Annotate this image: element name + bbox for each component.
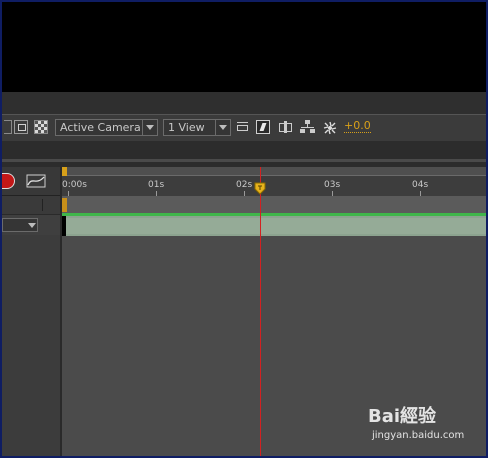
layer-bar-texture [66, 218, 486, 234]
work-area-bar[interactable] [62, 167, 486, 176]
layer-panel-header [2, 167, 60, 196]
watermark-url: jingyan.baidu.com [372, 430, 465, 441]
view-layout-dropdown[interactable]: 1 View [163, 119, 231, 136]
watermark-logo: Bai經验 [368, 406, 437, 427]
current-time-indicator-head[interactable] [254, 180, 266, 195]
camera-view-label: Active Camera [60, 121, 141, 134]
ruler-label-3: 03s [324, 180, 341, 190]
pixel-aspect-icon[interactable] [236, 120, 250, 134]
chevron-down-icon [215, 120, 230, 135]
ruler-label-0: 0:00s [62, 180, 87, 190]
timeline-header-strip [2, 159, 486, 162]
graph-editor-icon[interactable] [26, 173, 46, 188]
view-layout-label: 1 View [168, 121, 205, 134]
region-of-interest-icon[interactable] [14, 120, 28, 134]
exposure-reset-icon[interactable] [322, 120, 338, 135]
comp-start-marker[interactable] [62, 198, 67, 212]
time-ruler[interactable]: 0:00s 01s 02s 03s 04s [62, 176, 486, 197]
composition-viewer[interactable] [2, 2, 486, 92]
motion-blur-icon[interactable] [2, 173, 15, 189]
composition-track-row[interactable] [62, 196, 486, 214]
ruler-label-2: 02s [236, 180, 253, 190]
timeline-panel-tab-area [2, 141, 486, 167]
fast-previews-icon[interactable] [256, 120, 270, 134]
camera-view-dropdown[interactable]: Active Camera [55, 119, 158, 136]
toolbar-edge-button[interactable] [4, 120, 12, 134]
viewer-toolbar: Active Camera 1 View [2, 114, 486, 142]
transparency-grid-icon[interactable] [34, 120, 48, 134]
ruler-label-4: 04s [412, 180, 429, 190]
ruler-label-1: 01s [148, 180, 165, 190]
exposure-value[interactable]: +0.0 [344, 120, 371, 133]
comp-flowchart-icon[interactable] [300, 120, 316, 134]
baidu-watermark: Bai經验 jingyan.baidu.com [368, 402, 468, 450]
layer-mode-dropdown[interactable] [2, 218, 38, 232]
timeline-icon[interactable] [278, 120, 294, 134]
layer-panel-column-row [2, 196, 60, 215]
chevron-down-icon [142, 120, 157, 135]
viewer-bottom-bar [2, 92, 486, 114]
after-effects-window: Active Camera 1 View +0.0 0:00s 01s 02s … [0, 0, 488, 458]
current-time-indicator-line[interactable] [260, 167, 261, 456]
